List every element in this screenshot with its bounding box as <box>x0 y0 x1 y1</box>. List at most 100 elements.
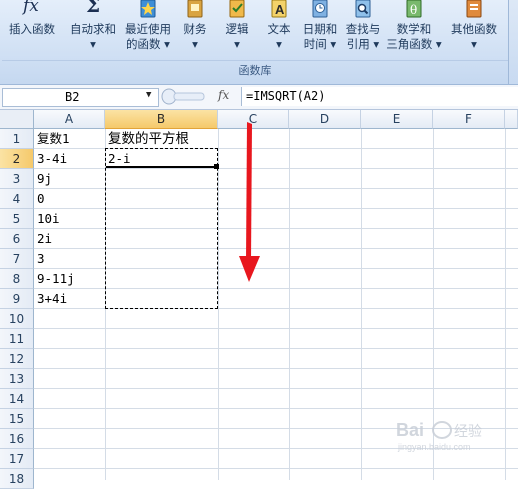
star-book-icon <box>140 0 156 18</box>
svg-text:Σ: Σ <box>86 0 100 17</box>
row-header-10[interactable]: 10 <box>0 309 34 329</box>
text-dropdown: ▾ <box>276 37 282 51</box>
formula-input[interactable]: =IMSQRT(A2) <box>241 87 518 106</box>
column-header-b[interactable]: B <box>105 110 218 129</box>
finance-book-icon <box>187 0 203 18</box>
row-header-17[interactable]: 17 <box>0 449 34 469</box>
lookup-reference-dropdown: 引用 ▾ <box>346 37 380 51</box>
row-header-13[interactable]: 13 <box>0 369 34 389</box>
cell-a8[interactable]: 9-11j <box>35 269 75 289</box>
row-header-9[interactable]: 9 <box>0 289 34 309</box>
cell-b1[interactable]: 复数的平方根 <box>106 129 189 149</box>
cell-a4[interactable]: 0 <box>35 189 45 209</box>
svg-text:fx: fx <box>21 0 39 16</box>
ribbon: fx 插入函数 Σ 自动求和 ▾ 最近使用 的函数 ▾ 财务 ▾ 逻辑 ▾ A … <box>0 0 518 85</box>
text-button[interactable]: A 文本 ▾ <box>262 0 296 60</box>
datetime-book-icon <box>312 0 328 18</box>
column-header-f[interactable]: F <box>433 110 505 129</box>
financial-label: 财务 <box>183 22 207 36</box>
insert-function-label: 插入函数 <box>9 22 55 36</box>
autosum-dropdown: ▾ <box>90 37 96 51</box>
name-box-dropdown-icon[interactable]: ▼ <box>146 90 151 100</box>
baidu-watermark-icon: Bai 经验 jingyan.baidu.com <box>396 420 482 452</box>
cell-a9[interactable]: 3+4i <box>35 289 67 309</box>
row-header-5[interactable]: 5 <box>0 209 34 229</box>
math-trig-label: 数学和 <box>396 22 432 36</box>
more-functions-label: 其他函数 <box>451 22 497 36</box>
logical-button[interactable]: 逻辑 ▾ <box>218 0 256 60</box>
date-time-dropdown: 时间 ▾ <box>303 37 337 51</box>
logic-book-icon <box>229 0 245 18</box>
row-header-18[interactable]: 18 <box>0 469 34 489</box>
text-label: 文本 <box>267 22 291 36</box>
date-time-button[interactable]: 日期和 时间 ▾ <box>300 0 340 60</box>
more-functions-button[interactable]: 其他函数 ▾ <box>446 0 502 60</box>
text-book-icon: A <box>271 0 287 18</box>
math-book-icon: θ <box>406 0 422 18</box>
svg-text:A: A <box>275 2 285 17</box>
row-header-11[interactable]: 11 <box>0 329 34 349</box>
insert-function-button[interactable]: fx 插入函数 <box>4 0 60 60</box>
formula-bar-controls: fx <box>160 87 238 106</box>
column-header-g-partial[interactable] <box>505 110 518 129</box>
svg-text:jingyan.baidu.com: jingyan.baidu.com <box>397 442 471 452</box>
cell-a1[interactable]: 复数1 <box>35 129 70 149</box>
cell-a6[interactable]: 2i <box>35 229 52 249</box>
autosum-button[interactable]: Σ 自动求和 ▾ <box>68 0 118 60</box>
lookup-reference-label: 查找与 <box>345 22 381 36</box>
ribbon-next-group <box>508 0 518 84</box>
function-library-group-label: 函数库 <box>238 64 272 77</box>
gridline <box>34 388 518 389</box>
cell-a5[interactable]: 10i <box>35 209 60 229</box>
name-box[interactable]: B2 ▼ <box>2 88 159 107</box>
fill-handle[interactable] <box>214 164 219 169</box>
more-functions-icon <box>466 0 482 18</box>
row-header-6[interactable]: 6 <box>0 229 34 249</box>
svg-text:Bai: Bai <box>396 420 424 440</box>
row-header-1[interactable]: 1 <box>0 129 34 149</box>
financial-dropdown: ▾ <box>192 37 198 51</box>
row-header-4[interactable]: 4 <box>0 189 34 209</box>
column-header-e[interactable]: E <box>361 110 433 129</box>
recent-functions-label: 最近使用 <box>125 22 171 36</box>
more-functions-dropdown: ▾ <box>471 37 477 51</box>
row-header-16[interactable]: 16 <box>0 429 34 449</box>
gridline <box>34 468 518 469</box>
row-header-14[interactable]: 14 <box>0 389 34 409</box>
math-trig-button[interactable]: θ 数学和 三角函数 ▾ <box>386 0 442 60</box>
gridline <box>34 408 518 409</box>
logical-label: 逻辑 <box>225 22 249 36</box>
group-separator <box>2 60 508 61</box>
cell-a3[interactable]: 9j <box>35 169 52 189</box>
gridline <box>34 348 518 349</box>
row-header-7[interactable]: 7 <box>0 249 34 269</box>
lookup-reference-button[interactable]: 查找与 引用 ▾ <box>342 0 384 60</box>
lookup-book-icon <box>355 0 371 18</box>
autosum-label: 自动求和 <box>70 22 116 36</box>
row-header-8[interactable]: 8 <box>0 269 34 289</box>
insert-function-fx-icon[interactable]: fx <box>218 88 229 102</box>
math-trig-dropdown: 三角函数 ▾ <box>386 37 442 51</box>
row-header-15[interactable]: 15 <box>0 409 34 429</box>
column-header-d[interactable]: D <box>289 110 361 129</box>
recent-functions-dropdown: 的函数 ▾ <box>126 37 170 51</box>
name-box-value: B2 <box>65 90 80 104</box>
gridline <box>34 368 518 369</box>
column-header-a[interactable]: A <box>34 110 105 129</box>
active-cell-b2[interactable] <box>106 149 217 168</box>
svg-text:θ: θ <box>410 3 417 17</box>
financial-button[interactable]: 财务 ▾ <box>178 0 212 60</box>
row-header-2[interactable]: 2 <box>0 149 34 169</box>
cell-a2[interactable]: 3-4i <box>35 149 67 169</box>
sigma-icon: Σ <box>86 0 100 17</box>
select-all-corner[interactable] <box>0 110 34 129</box>
recent-functions-button[interactable]: 最近使用 的函数 ▾ <box>122 0 174 60</box>
row-header-12[interactable]: 12 <box>0 349 34 369</box>
date-time-label: 日期和 <box>302 22 338 36</box>
svg-text:经验: 经验 <box>454 424 482 440</box>
gridline <box>34 328 518 329</box>
row-header-3[interactable]: 3 <box>0 169 34 189</box>
red-arrow-annotation <box>239 122 260 282</box>
cell-a7[interactable]: 3 <box>35 249 45 269</box>
copy-marquee-b2-b9 <box>105 148 218 309</box>
